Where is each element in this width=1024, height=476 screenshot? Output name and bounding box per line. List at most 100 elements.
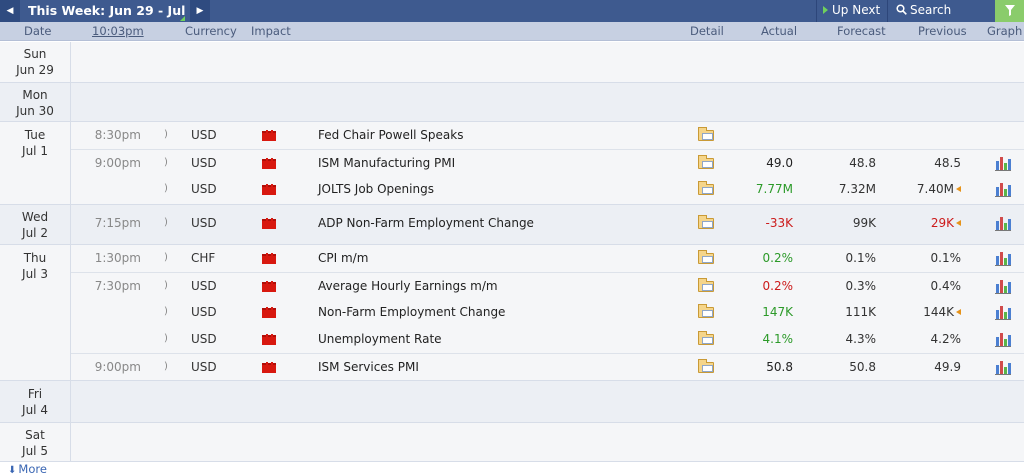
event-time (71, 176, 141, 203)
high-impact-icon (262, 334, 276, 345)
event-previous (901, 122, 961, 149)
day-of-week: Sat (25, 428, 45, 442)
search-events-button[interactable]: Search Events (887, 0, 995, 38)
next-week-button[interactable]: ▶ (190, 0, 210, 22)
sound-alert-icon[interactable]: ) (164, 299, 174, 326)
revised-arrow-icon[interactable] (956, 309, 961, 315)
revised-arrow-icon[interactable] (956, 220, 961, 226)
event-title[interactable]: Average Hourly Earnings m/m (318, 273, 698, 300)
event-actual: 4.1% (762, 332, 794, 346)
event-actual: 147K (762, 305, 793, 319)
event-row[interactable]: ) USD Non-Farm Employment Change 147K 11… (71, 299, 1024, 326)
sound-alert-icon[interactable]: ) (164, 122, 174, 149)
day-of-week: Sun (23, 47, 47, 61)
day-date: Jul 1 (22, 144, 48, 158)
up-next-label: Up Next (832, 3, 881, 17)
graph-bar-chart-icon[interactable] (995, 251, 1011, 266)
previous-value: 144K (923, 305, 954, 319)
more-link[interactable]: ⬇ More (8, 462, 47, 476)
event-currency: CHF (191, 251, 216, 265)
previous-value: 29K (930, 216, 954, 230)
col-actual: Actual (761, 24, 798, 38)
event-title[interactable]: ISM Services PMI (318, 354, 698, 381)
graph-bar-chart-icon[interactable] (995, 182, 1011, 197)
detail-folder-icon[interactable] (698, 331, 714, 345)
high-impact-icon (262, 307, 276, 318)
detail-folder-icon[interactable] (698, 359, 714, 373)
event-title[interactable]: ADP Non-Farm Employment Change (318, 210, 698, 237)
prev-week-button[interactable]: ◀ (0, 0, 20, 22)
col-forecast: Forecast (837, 24, 886, 38)
event-actual: 0.2% (762, 279, 794, 293)
event-previous: 49.9 (901, 354, 961, 381)
event-currency: USD (191, 216, 217, 230)
day-label: Fri Jul 4 (0, 381, 71, 422)
revised-arrow-icon[interactable] (956, 186, 961, 192)
sound-alert-icon[interactable]: ) (164, 210, 174, 237)
previous-value: 4.2% (930, 332, 962, 346)
event-title[interactable]: ISM Manufacturing PMI (318, 150, 698, 177)
graph-bar-chart-icon[interactable] (995, 156, 1011, 171)
event-row[interactable]: 8:30pm ) USD Fed Chair Powell Speaks (71, 122, 1024, 149)
detail-folder-icon[interactable] (698, 215, 714, 229)
event-currency: USD (191, 305, 217, 319)
high-impact-icon (262, 362, 276, 373)
event-title[interactable]: Unemployment Rate (318, 326, 698, 353)
current-time-link[interactable]: 10:03pm (92, 24, 144, 38)
day-label: Wed Jul 2 (0, 205, 71, 244)
detail-folder-icon[interactable] (698, 278, 714, 292)
up-next-button[interactable]: Up Next (816, 0, 886, 22)
detail-folder-icon[interactable] (698, 250, 714, 264)
graph-bar-chart-icon[interactable] (995, 279, 1011, 294)
day-block-wed: Wed Jul 2 7:15pm ) USD ADP Non-Farm Empl… (0, 205, 1024, 245)
detail-folder-icon[interactable] (698, 155, 714, 169)
event-currency: USD (191, 128, 217, 142)
filter-button[interactable] (995, 0, 1024, 22)
event-actual: -33K (765, 216, 793, 230)
sound-alert-icon[interactable]: ) (164, 273, 174, 300)
event-row[interactable]: 9:00pm ) USD ISM Manufacturing PMI 49.0 … (71, 149, 1024, 176)
event-row[interactable]: 7:15pm ) USD ADP Non-Farm Employment Cha… (71, 210, 1024, 237)
sound-alert-icon[interactable]: ) (164, 245, 174, 272)
event-actual: 7.77M (755, 182, 793, 196)
event-row[interactable]: 1:30pm ) CHF CPI m/m 0.2% 0.1% 0.1% (71, 245, 1024, 272)
event-title[interactable]: Non-Farm Employment Change (318, 299, 698, 326)
event-actual: 49.0 (766, 156, 793, 170)
high-impact-icon (262, 184, 276, 195)
sound-alert-icon[interactable]: ) (164, 176, 174, 203)
event-time: 7:15pm (94, 216, 141, 230)
day-date: Jul 3 (22, 267, 48, 281)
high-impact-icon (262, 218, 276, 229)
event-row[interactable]: 7:30pm ) USD Average Hourly Earnings m/m… (71, 272, 1024, 299)
col-currency: Currency (185, 24, 237, 38)
detail-folder-icon[interactable] (698, 304, 714, 318)
calendar-toolbar: ◀ This Week: Jun 29 - Jul 5 ▶ Up Next Se… (0, 0, 1024, 38)
graph-bar-chart-icon[interactable] (995, 332, 1011, 347)
detail-folder-icon[interactable] (698, 181, 714, 195)
graph-bar-chart-icon[interactable] (995, 305, 1011, 320)
sound-alert-icon[interactable]: ) (164, 326, 174, 353)
column-header-row: Date 10:03pm Currency Impact Detail Actu… (0, 22, 1024, 41)
event-forecast: 48.8 (849, 156, 876, 170)
sound-alert-icon[interactable]: ) (164, 354, 174, 381)
event-title[interactable]: JOLTS Job Openings (318, 176, 698, 203)
event-forecast: 111K (845, 305, 876, 319)
search-icon (896, 4, 907, 15)
event-currency: USD (191, 360, 217, 374)
event-previous: 7.40M (901, 176, 961, 203)
detail-folder-icon[interactable] (698, 127, 714, 141)
sound-alert-icon[interactable]: ) (164, 150, 174, 177)
event-row[interactable]: ) USD JOLTS Job Openings 7.77M 7.32M 7.4… (71, 176, 1024, 203)
graph-bar-chart-icon[interactable] (995, 216, 1011, 231)
week-range-title[interactable]: This Week: Jun 29 - Jul 5 (28, 0, 198, 22)
event-forecast: 0.3% (845, 279, 877, 293)
event-forecast: 50.8 (849, 360, 876, 374)
event-previous: 4.2% (901, 326, 962, 353)
event-row[interactable]: ) USD Unemployment Rate 4.1% 4.3% 4.2% (71, 326, 1024, 353)
event-previous: 0.1% (901, 245, 962, 272)
event-forecast: 7.32M (838, 182, 876, 196)
event-title[interactable]: Fed Chair Powell Speaks (318, 122, 698, 149)
event-title[interactable]: CPI m/m (318, 245, 698, 272)
event-row[interactable]: 9:00pm ) USD ISM Services PMI 50.8 50.8 … (71, 353, 1024, 380)
graph-bar-chart-icon[interactable] (995, 360, 1011, 375)
